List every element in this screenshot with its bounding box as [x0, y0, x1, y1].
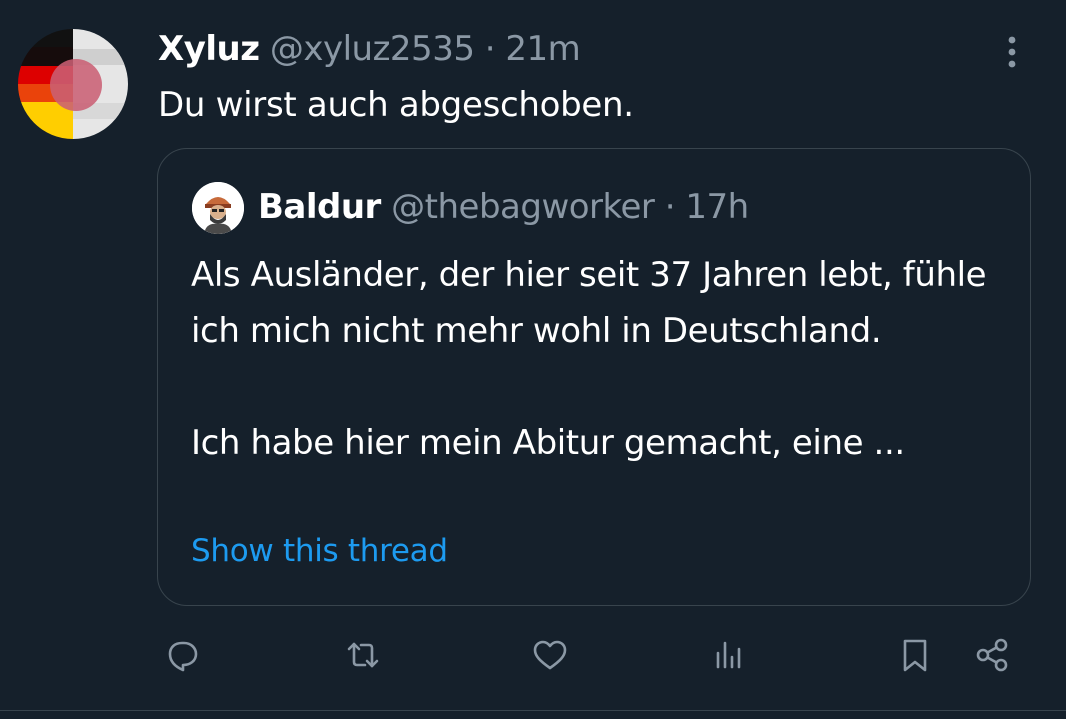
quoted-paragraph-2: Ich habe hier mein Abitur gemacht, eine … [191, 423, 905, 463]
bar-chart-icon [716, 641, 741, 669]
tweet-time[interactable]: 21m [505, 29, 580, 69]
quoted-tweet-header: Baldur @thebagworker · 17h [258, 184, 749, 230]
like-button[interactable] [525, 630, 575, 680]
separator: · [484, 29, 496, 69]
divider [0, 710, 1066, 711]
show-thread-link[interactable]: Show this thread [191, 529, 448, 573]
quoted-tweet-time[interactable]: 17h [685, 187, 749, 227]
reply-button[interactable] [157, 630, 207, 680]
bookmark-button[interactable] [890, 630, 940, 680]
heart-icon [533, 640, 567, 670]
action-bar [0, 630, 1066, 690]
quoted-author-handle[interactable]: @thebagworker [391, 187, 655, 227]
quoted-tweet[interactable]: Baldur @thebagworker · 17h Als Ausländer… [157, 148, 1031, 606]
views-button[interactable] [703, 630, 753, 680]
share-button[interactable] [968, 630, 1018, 680]
tweet-text: Du wirst auch abgeschoben. [158, 85, 634, 125]
separator: · [664, 187, 676, 227]
quoted-tweet-text: Als Ausländer, der hier seit 37 Jahren l… [191, 247, 1011, 471]
tweet-header: Xyluz @xyluz2535 · 21m [158, 26, 581, 72]
author-name[interactable]: Xyluz [158, 29, 260, 69]
quoted-paragraph-1: Als Ausländer, der hier seit 37 Jahren l… [191, 255, 987, 351]
bookmark-icon [903, 639, 927, 672]
author-avatar[interactable] [18, 29, 128, 139]
share-icon [976, 638, 1008, 672]
author-handle[interactable]: @xyluz2535 [270, 29, 475, 69]
speech-bubble-icon [168, 641, 198, 672]
more-vertical-icon[interactable] [1002, 34, 1022, 74]
retweet-arrows-icon [347, 642, 379, 668]
tweet[interactable]: Xyluz @xyluz2535 · 21m Du wirst auch abg… [0, 0, 1066, 719]
quoted-author-name[interactable]: Baldur [258, 187, 381, 227]
retweet-button[interactable] [338, 630, 388, 680]
quoted-author-avatar[interactable] [192, 182, 244, 234]
